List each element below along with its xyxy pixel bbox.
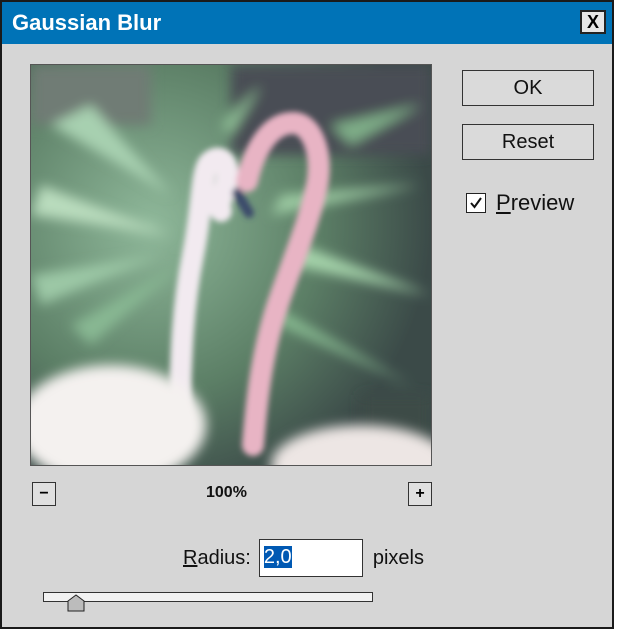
zoom-out-button[interactable]: −	[32, 482, 56, 506]
reset-button[interactable]: Reset	[462, 124, 594, 160]
radius-label: Radius:	[183, 546, 251, 569]
radius-input[interactable]: 2,0	[258, 539, 363, 577]
zoom-level: 100%	[206, 484, 247, 501]
ok-button[interactable]: OK	[462, 70, 594, 106]
radius-slider-thumb[interactable]	[67, 594, 85, 612]
titlebar: Gaussian Blur X	[2, 2, 612, 44]
preview-label: Preview	[496, 190, 575, 215]
plus-icon: +	[415, 485, 425, 502]
preview-checkbox-row[interactable]: Preview	[466, 190, 574, 216]
dialog-title: Gaussian Blur	[12, 10, 162, 35]
zoom-in-button[interactable]: +	[408, 482, 432, 506]
close-icon: X	[586, 11, 599, 32]
close-button[interactable]: X	[580, 10, 606, 34]
checkmark-icon	[470, 197, 482, 209]
preview-checkbox[interactable]	[466, 193, 486, 213]
radius-slider-track[interactable]	[43, 592, 373, 602]
pixels-unit-label: pixels	[372, 546, 424, 569]
radius-row: Radius: 2,0 pixels	[183, 539, 424, 577]
minus-icon: −	[39, 485, 49, 502]
preview-image[interactable]	[30, 64, 432, 466]
blurred-flamingo-image	[31, 65, 431, 465]
radius-value: 2,0	[263, 546, 292, 568]
